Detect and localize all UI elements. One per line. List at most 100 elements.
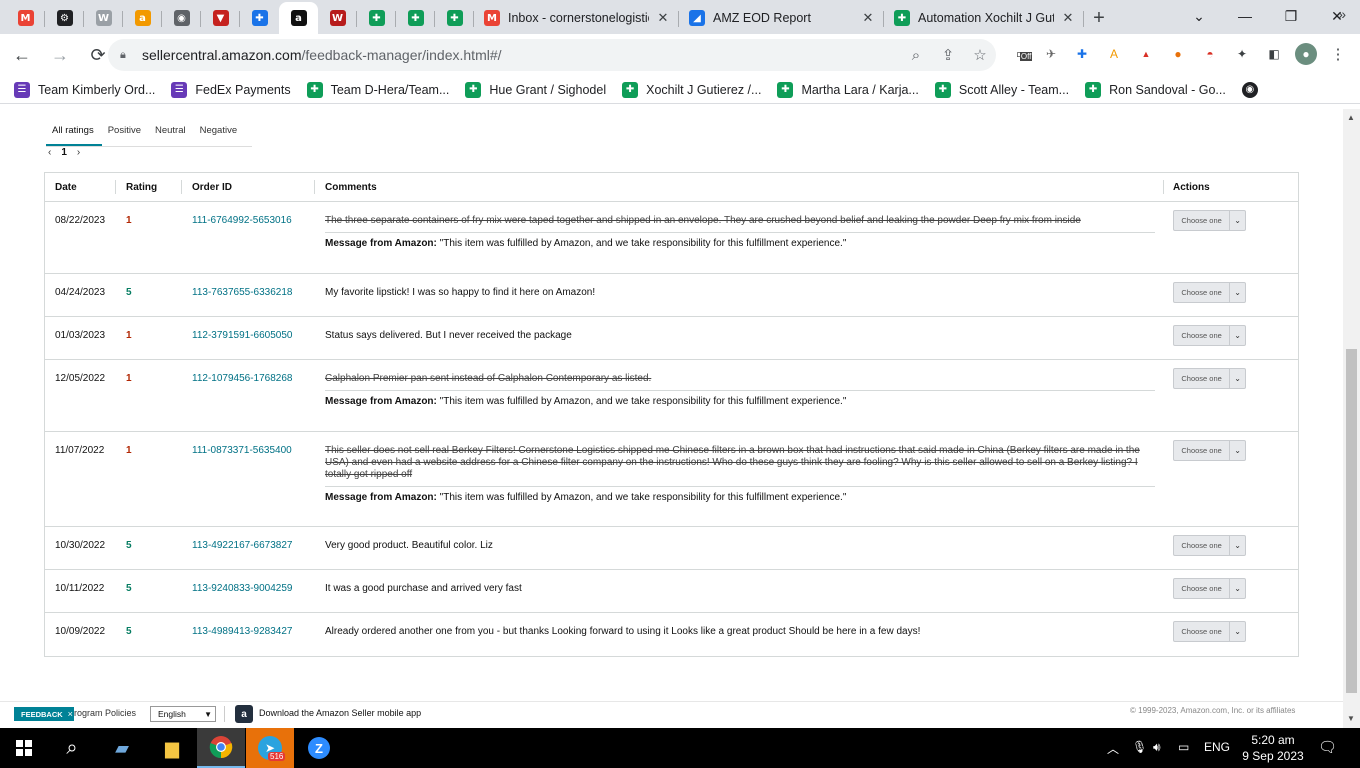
close-tab-icon[interactable]: ✕ [860,10,876,26]
scroll-up-icon[interactable]: ▲ [1347,113,1355,122]
feedback-comment: The three separate containers of fry mix… [325,215,1081,226]
system-clock[interactable]: 5:20 am 9 Sep 2023 [1237,732,1309,764]
actions-dropdown[interactable]: Choose one ⌄ [1173,282,1246,303]
sheets-icon: ✚ [306,81,323,98]
actions-dropdown[interactable]: Choose one ⌄ [1173,325,1246,346]
tab-positive[interactable]: Positive [102,123,149,146]
bookmark-item[interactable]: ✚ Xochilt J Gutierez /... [622,81,761,98]
pinned-tab[interactable]: W [318,2,357,34]
pinned-tab[interactable]: ◉ [162,2,201,34]
tab-all-ratings[interactable]: All ratings [46,123,102,146]
page-number[interactable]: 1 [61,147,67,158]
desktop-app-icon[interactable]: ▰ [98,728,146,768]
pinned-tab[interactable]: M [6,2,45,34]
pinned-tab[interactable]: ⚙ [45,2,84,34]
microphone-icon[interactable]: 🎙︎ [1132,740,1147,754]
browser-tab[interactable]: ◢ AMZ EOD Report ✕ [679,2,884,34]
new-tab-button[interactable]: + [1084,2,1114,34]
zoom-icon[interactable]: ⌕ [900,47,932,64]
bookmark-star-icon[interactable]: ☆ [964,46,996,64]
forward-button[interactable]: → [44,39,76,71]
helpdesk-extension-icon[interactable]: ✚ [1071,43,1093,65]
pinned-tab[interactable]: ✚ [435,2,474,34]
bookmark-item[interactable]: ✚ Team D-Hera/Team... [306,81,449,98]
chrome-taskbar-icon[interactable] [197,728,245,768]
bookmark-globe[interactable]: ◉ [1241,81,1266,98]
pokeball-extension-icon[interactable]: ◓ [1199,43,1221,65]
extension-off-icon[interactable]: ▭Off [1010,43,1034,65]
bookmark-item[interactable]: ✚ Scott Alley - Team... [934,81,1069,98]
browser-tab[interactable]: ✚ Automation Xochilt J Gutie ✕ [884,2,1084,34]
extension-icon[interactable]: ✈ [1040,43,1062,65]
order-id-link[interactable]: 112-3791591-6605050 [192,330,292,341]
pinned-tab[interactable]: a [123,2,162,34]
pinned-tab[interactable]: a [279,2,318,34]
actions-dropdown[interactable]: Choose one ⌄ [1173,621,1246,642]
next-page-icon[interactable]: › [77,147,80,158]
close-tab-icon[interactable]: ✕ [655,10,671,26]
side-panel-icon[interactable]: ◧ [1263,43,1285,65]
share-icon[interactable]: ⇪ [932,46,964,64]
actions-dropdown[interactable]: Choose one ⌄ [1173,210,1246,231]
close-tab-icon[interactable]: ✕ [1060,10,1076,26]
firefox-extension-icon[interactable]: ● [1167,43,1189,65]
pinned-tab[interactable]: ✚ [396,2,435,34]
download-app-link[interactable]: Download the Amazon Seller mobile app [259,708,421,718]
zoom-taskbar-icon[interactable]: Z [295,728,343,768]
order-id-link[interactable]: 113-4922167-6673827 [192,540,292,551]
minimize-button[interactable]: — [1222,0,1268,32]
notifications-icon[interactable]: 🗨︎ [1318,738,1337,756]
program-policies-link[interactable]: rogram Policies [74,708,136,718]
bookmark-item[interactable]: ✚ Hue Grant / Sighodel [465,81,606,98]
bookmarks-overflow-icon[interactable]: » [1338,6,1346,22]
actions-dropdown-label: Choose one [1181,627,1222,636]
order-id-link[interactable]: 111-6764992-5653016 [192,215,292,226]
tab-negative[interactable]: Negative [194,123,246,146]
telegram-taskbar-icon[interactable]: ➤ 516 [246,728,294,768]
language-select[interactable]: English ▼ [150,706,216,722]
page-scrollbar[interactable]: ▲ ▼ [1343,109,1360,728]
order-id-link[interactable]: 111-0873371-5635400 [192,445,292,456]
bookmark-item[interactable]: ✚ Martha Lara / Karja... [777,81,919,98]
bookmark-item[interactable]: ✚ Ron Sandoval - Go... [1085,81,1226,98]
feedback-button[interactable]: FEEDBACK × [14,707,74,721]
file-explorer-icon[interactable]: ▆ [148,728,196,768]
address-bar[interactable]: 🔒︎ sellercentral.amazon.com/feedback-man… [108,39,996,71]
close-window-button[interactable]: ✕ [1314,0,1360,32]
close-icon[interactable]: × [68,709,73,719]
order-id-link[interactable]: 112-1079456-1768268 [192,373,292,384]
pinned-tab[interactable]: W [84,2,123,34]
windows-start-icon[interactable] [0,728,48,768]
extensions-puzzle-icon[interactable]: ✦ [1231,43,1253,65]
actions-dropdown[interactable]: Choose one ⌄ [1173,535,1246,556]
order-id-link[interactable]: 113-9240833-9004259 [192,583,292,594]
actions-dropdown[interactable]: Choose one ⌄ [1173,440,1246,461]
pinned-tab[interactable]: ✚ [357,2,396,34]
alert-extension-icon[interactable]: ▲ [1135,43,1157,65]
restore-button[interactable]: ❐ [1268,0,1314,32]
input-language[interactable]: ENG [1204,740,1230,754]
order-id-link[interactable]: 113-7637655-6336218 [192,287,292,298]
prev-page-icon[interactable]: ‹ [48,147,51,158]
order-id-link[interactable]: 113-4989413-9283427 [192,626,292,637]
browser-menu-icon[interactable]: ⋮ [1327,43,1349,65]
bookmark-item[interactable]: ☰ Team Kimberly Ord... [14,81,155,98]
back-button[interactable]: ← [6,39,38,71]
bookmark-item[interactable]: ☰ FedEx Payments [171,81,291,98]
volume-icon[interactable]: 🔊︎ [1153,740,1161,755]
browser-tab[interactable]: M Inbox - cornerstonelogistic ✕ [474,2,679,34]
pinned-tab[interactable]: ▼ [201,2,240,34]
tray-chevron-icon[interactable]: ︿ [1107,740,1119,757]
network-icon[interactable]: ▭ [1178,740,1189,754]
scrollbar-thumb[interactable] [1346,349,1357,693]
pinned-tab[interactable]: ✚ [240,2,279,34]
actions-dropdown[interactable]: Choose one ⌄ [1173,368,1246,389]
profile-avatar[interactable]: ● [1295,43,1317,65]
tab-neutral[interactable]: Neutral [149,123,194,146]
tab-search-icon[interactable]: ⌄ [1176,0,1222,32]
scroll-down-icon[interactable]: ▼ [1347,714,1355,723]
search-icon[interactable]: ⌕ [48,728,96,768]
scout-extension-icon[interactable]: A [1103,43,1125,65]
actions-dropdown[interactable]: Choose one ⌄ [1173,578,1246,599]
url-text[interactable]: sellercentral.amazon.com/feedback-manage… [142,47,900,63]
